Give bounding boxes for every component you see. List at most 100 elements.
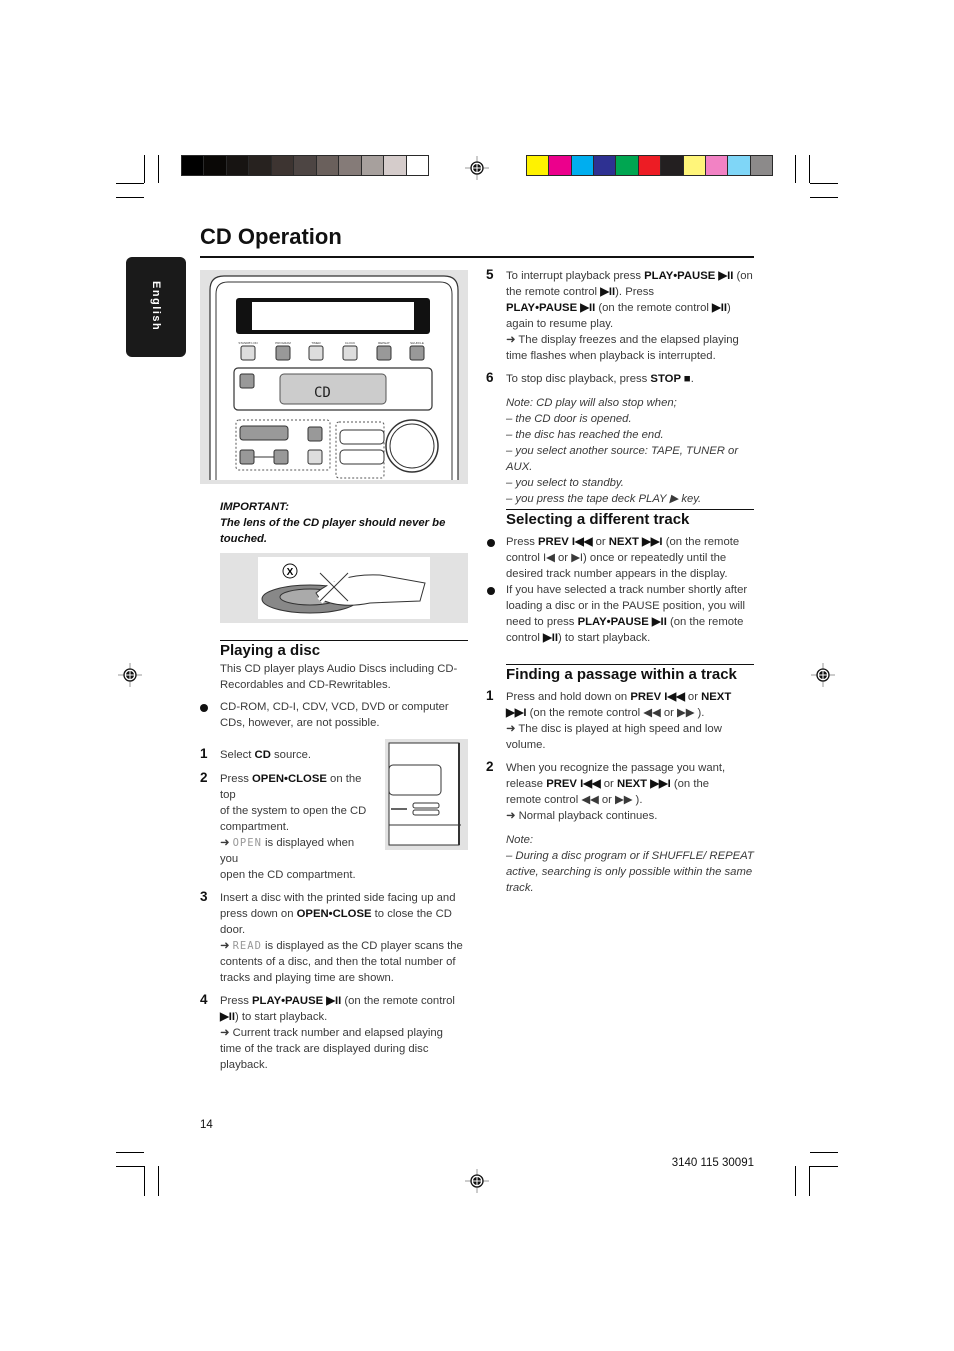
section-rule bbox=[220, 640, 468, 641]
page-number: 14 bbox=[200, 1119, 213, 1131]
text-segment: (on the remote control bbox=[341, 995, 455, 1007]
step-number: 6 bbox=[486, 370, 494, 385]
text-segment: PREV I◀◀ bbox=[546, 778, 601, 790]
text-segment: CD-ROM, CD-I, CDV, VCD, DVD or computer … bbox=[220, 701, 449, 729]
color-swatch bbox=[361, 156, 385, 175]
color-swatch bbox=[750, 156, 772, 175]
color-swatch bbox=[616, 156, 639, 175]
text-segment: To interrupt playback press bbox=[506, 270, 645, 282]
text-segment: PLAY•PAUSE ▶II bbox=[644, 270, 734, 282]
color-swatch bbox=[527, 156, 550, 175]
text-segment: STOP ■ bbox=[650, 373, 691, 385]
manual-page: CD Operation English STANDBY-ON PROGRAM … bbox=[0, 0, 954, 1351]
text-segment: PLAY•PAUSE ▶II bbox=[506, 302, 596, 314]
bullet-paragraph: If you have selected a track number shor… bbox=[506, 582, 756, 646]
svg-text:CLOCK: CLOCK bbox=[345, 341, 355, 345]
crop-mark bbox=[144, 1166, 145, 1196]
crop-mark bbox=[116, 183, 144, 184]
text-segment: OPEN•CLOSE bbox=[296, 908, 372, 920]
step-number: 1 bbox=[486, 688, 494, 703]
step-text: Insert a disc with the printed side faci… bbox=[220, 890, 470, 986]
svg-text:PROGRAM: PROGRAM bbox=[275, 341, 291, 345]
important-text: The lens of the CD player should never b… bbox=[220, 517, 446, 545]
color-swatch bbox=[294, 156, 317, 175]
color-bar bbox=[526, 155, 773, 176]
color-swatch bbox=[204, 156, 227, 175]
color-swatch bbox=[406, 156, 428, 175]
device-illustration: STANDBY-ON PROGRAM TIMER CLOCK REPEAT SH… bbox=[200, 270, 468, 484]
section-rule bbox=[506, 664, 754, 665]
text-segment: NEXT ▶▶I bbox=[616, 778, 671, 790]
text-segment: Press bbox=[220, 773, 253, 785]
text-segment: ▶II bbox=[543, 632, 559, 644]
color-swatch bbox=[705, 156, 729, 175]
text-segment: ). Press bbox=[615, 286, 655, 298]
color-swatch bbox=[549, 156, 572, 175]
color-swatch bbox=[571, 156, 595, 175]
bullet-icon bbox=[487, 539, 495, 547]
step-text: To stop disc playback, press STOP ■. bbox=[506, 371, 754, 387]
text-segment: or bbox=[684, 691, 702, 703]
grayscale-bar bbox=[181, 155, 429, 176]
text-segment: To stop disc playback, press bbox=[506, 373, 651, 385]
text-segment: or bbox=[592, 536, 609, 548]
note-paragraph: Note: – During a disc program or if SHUF… bbox=[506, 832, 756, 896]
text-segment: OPEN bbox=[232, 837, 262, 849]
device-display-text: CD bbox=[314, 385, 331, 401]
section-title-selecting: Selecting a different track bbox=[506, 511, 690, 528]
color-swatch bbox=[249, 156, 272, 175]
important-heading: IMPORTANT: bbox=[220, 501, 290, 513]
text-segment: PLAY•PAUSE ▶II bbox=[252, 995, 342, 1007]
text-segment: (on the remote control bbox=[595, 302, 713, 314]
section-rule bbox=[506, 509, 754, 510]
registration-mark-icon bbox=[118, 663, 142, 687]
color-swatch bbox=[594, 156, 617, 175]
step-text: Press and hold down on PREV I◀◀ or NEXT … bbox=[506, 689, 756, 753]
crop-mark bbox=[158, 1166, 159, 1196]
section-title-playing: Playing a disc bbox=[220, 642, 321, 659]
bullet-paragraph: CD-ROM, CD-I, CDV, VCD, DVD or computer … bbox=[220, 699, 465, 731]
bullet-icon bbox=[487, 587, 495, 595]
crop-mark bbox=[116, 197, 144, 198]
step-number: 3 bbox=[200, 889, 208, 904]
text-segment: ) to start playback. ➜ Current track num… bbox=[220, 1011, 443, 1071]
text-segment: Note: – During a disc program or if SHUF… bbox=[506, 834, 754, 894]
crop-mark bbox=[810, 183, 838, 184]
text-segment: CD bbox=[254, 749, 271, 761]
page-title: CD Operation bbox=[200, 224, 342, 249]
registration-mark-icon bbox=[465, 1169, 489, 1193]
language-tab-label: English bbox=[150, 281, 162, 332]
text-segment: READ bbox=[232, 940, 262, 952]
text-segment: Press bbox=[220, 995, 253, 1007]
crop-mark bbox=[158, 155, 159, 183]
crop-mark bbox=[810, 1166, 838, 1167]
step-number: 4 bbox=[200, 992, 208, 1007]
svg-text:TIMER: TIMER bbox=[311, 341, 321, 345]
registration-mark-icon bbox=[465, 156, 489, 180]
color-swatch bbox=[661, 156, 684, 175]
document-code: 3140 115 30091 bbox=[671, 1157, 754, 1169]
text-segment: ▶II bbox=[220, 1011, 235, 1023]
crop-mark bbox=[810, 1152, 838, 1153]
svg-text:SHUFFLE: SHUFFLE bbox=[410, 341, 424, 345]
svg-text:REPEAT: REPEAT bbox=[378, 341, 390, 345]
step-text: Press OPEN•CLOSE on the top of the syste… bbox=[220, 771, 385, 883]
text-segment: PREV I◀◀ bbox=[538, 536, 593, 548]
step-text: Select CD source. bbox=[220, 747, 380, 763]
color-swatch bbox=[339, 156, 362, 175]
text-segment: ) to start playback. bbox=[558, 632, 651, 644]
text-segment: OPEN•CLOSE bbox=[252, 773, 327, 785]
text-segment: NEXT ▶▶I bbox=[608, 536, 663, 548]
color-swatch bbox=[683, 156, 706, 175]
svg-text:STANDBY-ON: STANDBY-ON bbox=[238, 341, 257, 345]
text-segment: source. bbox=[270, 749, 312, 761]
crop-mark bbox=[795, 1166, 796, 1196]
note-paragraph: Note: CD play will also stop when; – the… bbox=[506, 395, 756, 507]
section-title-finding: Finding a passage within a track bbox=[506, 666, 737, 683]
crop-mark bbox=[795, 155, 796, 183]
text-segment: ▶II bbox=[600, 286, 616, 298]
text-segment: ▶II bbox=[712, 302, 727, 314]
text-segment: Press bbox=[506, 536, 539, 548]
step-number: 5 bbox=[486, 267, 494, 282]
text-segment: or bbox=[600, 778, 617, 790]
